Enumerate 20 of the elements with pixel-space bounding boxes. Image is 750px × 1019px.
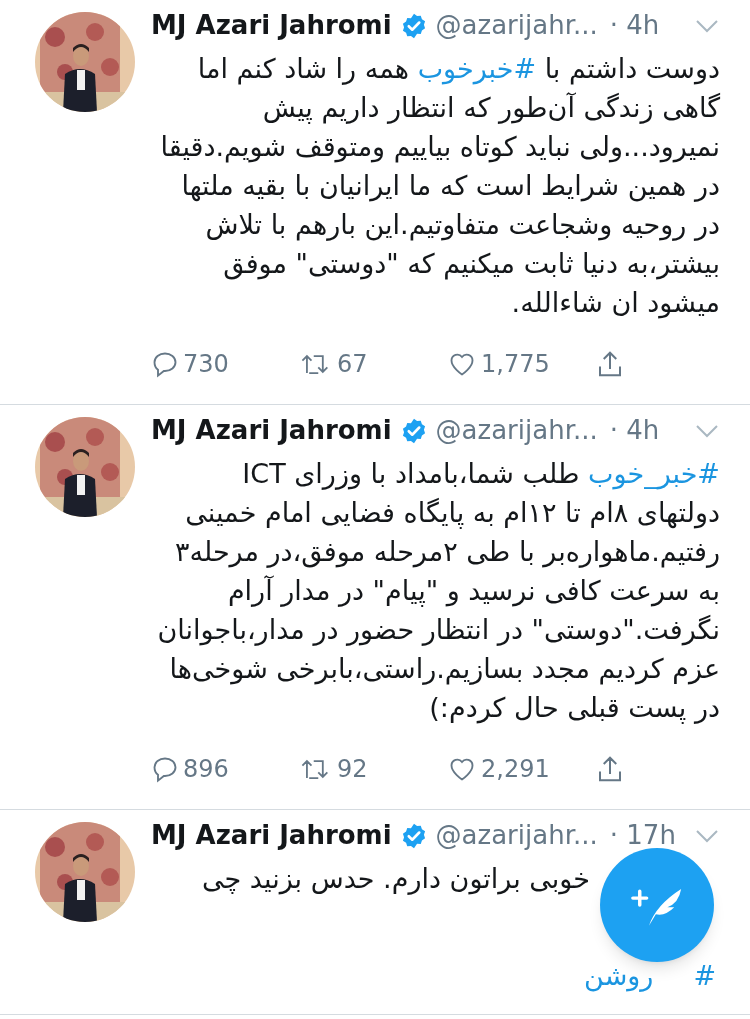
reply-count: 730 — [183, 349, 229, 380]
tweet-time: · 4h — [609, 9, 660, 42]
author-name[interactable]: MJ Azari Jahromi — [151, 816, 392, 855]
retweet-count: 67 — [337, 349, 368, 380]
retweet-count: 92 — [337, 754, 368, 785]
author-name[interactable]: MJ Azari Jahromi — [151, 411, 392, 450]
author-handle: @azarijahr... — [435, 819, 598, 852]
like-count: 2,291 — [481, 754, 550, 785]
tweet-text: دوست داشتم با #خبرخوب همه را شاد کنم اما گاهی زندگی آن‌طور که انتظار داریم پیش نمیرود...ولی نباید کوتاه بیاییم ومتوقف شویم.دقیقا در همین شرایط است که ما ایرانیان با بقیه ملتها در روحیه وشجاعت متفاوتیم.این بارهم با تلاش بیشتر،به دنیا ثابت میکنیم که "دوستی" موفق میشود ان شاءالله. — [159, 52, 720, 321]
tweet-time: · 4h — [609, 414, 660, 447]
like-count: 1,775 — [481, 349, 550, 380]
author-name[interactable]: MJ Azari Jahromi — [151, 6, 392, 45]
tweet-time: · 17h — [609, 819, 676, 852]
tweet-text: #خبر_خوب طلب شما،بامداد با وزرای ICT دولتهای ۸ام تا ۱۲ام به پایگاه فضایی امام خمینی رفتیم.ماهواره‌بر با طی ۲مرحله موفق،در مرحله۳ به سرعت کافی نرسید و "پیام" در مدار آرام نگرفت."دوستی" در انتظار حضور در مدار،باجوانان عزم کردیم مجدد بسازیم.راستی،بابرخی شوخی‌ها در پست قبلی حال کردم:) — [156, 457, 720, 726]
author-handle: @azarijahr... — [435, 414, 598, 447]
tweet-text: خوبی براتون دارم. حدس بزنید چی — [201, 862, 590, 897]
reply-icon[interactable] — [151, 755, 179, 783]
reply-icon[interactable] — [151, 350, 179, 378]
reply-count: 896 — [183, 754, 229, 785]
author-handle: @azarijahr... — [435, 9, 598, 42]
